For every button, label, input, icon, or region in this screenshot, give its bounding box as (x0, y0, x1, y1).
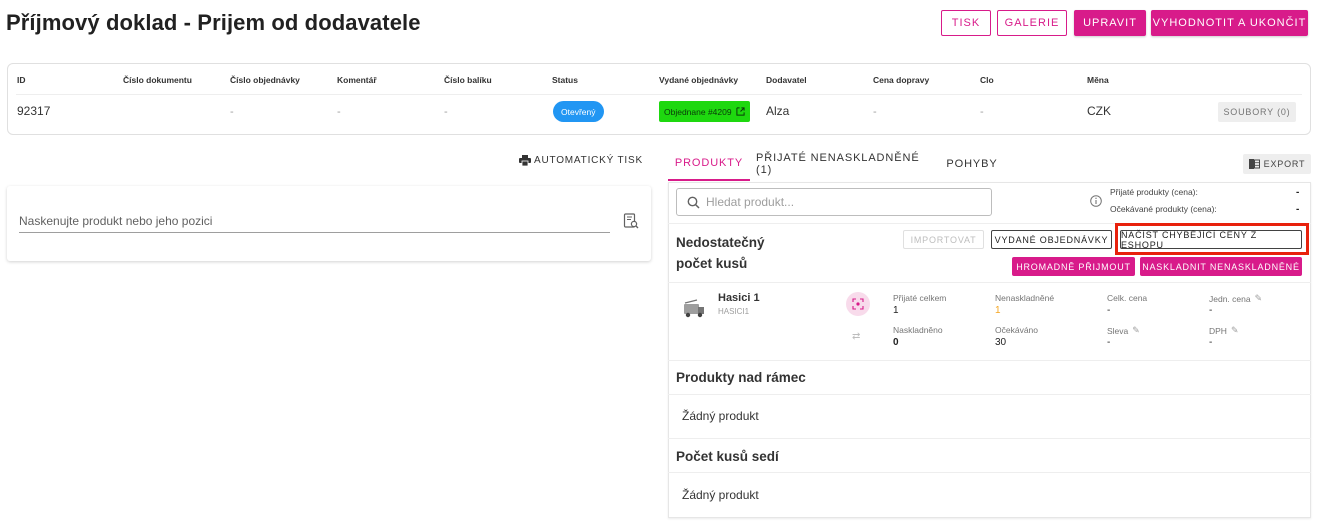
divider (668, 472, 1311, 473)
over-frame-title: Produkty nad rámec (676, 370, 806, 385)
export-label: EXPORT (1263, 159, 1306, 169)
received-total-value: 1 (893, 305, 899, 316)
scan-input[interactable]: Naskenujte produkt nebo jeho pozici (19, 214, 212, 228)
external-link-icon (735, 107, 745, 116)
scan-product-button[interactable] (846, 292, 870, 316)
barcode-search-icon[interactable] (623, 213, 639, 229)
id-header: ID (17, 75, 26, 85)
discount-label-wrap[interactable]: Sleva ✎ (1107, 325, 1140, 336)
product-code: HASICI1 (718, 307, 750, 316)
files-button[interactable]: SOUBORY (0) (1218, 102, 1296, 122)
bulk-receive-button[interactable]: HROMADNĚ PŘIJMOUT (1012, 257, 1135, 276)
duty-value: - (980, 106, 984, 118)
supplier-header: Dodavatel (766, 75, 807, 85)
import-button[interactable]: IMPORTOVAT (903, 230, 984, 249)
shipping-price-header: Cena dopravy (873, 75, 930, 85)
duty-header: Clo (980, 75, 994, 85)
product-thumbnail (684, 299, 704, 318)
scan-icon (852, 298, 864, 310)
edit-button[interactable]: UPRAVIT (1074, 10, 1146, 36)
spreadsheet-icon (1248, 159, 1260, 169)
issued-order-link[interactable]: Objednane #4209 (659, 101, 750, 122)
shipping-price-value: - (873, 106, 877, 118)
page-title: Příjmový doklad - Prijem od dodavatele (6, 10, 421, 35)
tab-products[interactable]: PRODUKTY (668, 147, 750, 181)
doc-number-header: Číslo dokumentu (123, 75, 192, 85)
pencil-icon[interactable]: ✎ (1231, 325, 1239, 336)
auto-print-label: AUTOMATICKÝ TISK (534, 155, 643, 166)
pencil-icon[interactable]: ✎ (1132, 325, 1140, 336)
discount-value: - (1107, 337, 1111, 348)
currency-value: CZK (1087, 104, 1111, 118)
received-price-label: Přijaté produkty (cena): (1110, 187, 1198, 197)
order-number-header: Číslo objednávky (230, 75, 300, 85)
divider (668, 394, 1311, 395)
unstocked-value: 1 (995, 305, 1001, 316)
total-price-label: Celk. cena (1107, 293, 1148, 303)
tab-movements[interactable]: POHYBY (942, 147, 1002, 181)
received-total-label: Přijaté celkem (893, 293, 947, 303)
comment-header: Komentář (337, 75, 377, 85)
issued-order-label: Objednane #4209 (664, 106, 732, 117)
issued-orders-header: Vydané objednávky (659, 75, 739, 85)
expected-label: Očekáváno (995, 325, 1038, 335)
product-name[interactable]: Hasici 1 (718, 292, 760, 304)
evaluate-and-finish-button[interactable]: VYHODNOTIT A UKONČIT (1151, 10, 1308, 36)
highlight-box (1115, 223, 1309, 255)
scan-card: Naskenujte produkt nebo jeho pozici (7, 186, 651, 261)
search-icon (687, 196, 700, 209)
stock-unstocked-button[interactable]: NASKLADNIT NENASKLADNĚNÉ (1140, 257, 1302, 276)
product-search-input[interactable]: Hledat produkt... (676, 188, 992, 216)
comment-value: - (337, 106, 341, 118)
vat-value: - (1209, 337, 1213, 348)
vat-label-wrap[interactable]: DPH ✎ (1209, 325, 1239, 336)
tab-received-unstocked[interactable]: PŘIJATÉ NENASKLADNĚNÉ (1) (756, 147, 926, 181)
insufficient-title-line2: počet kusů (676, 256, 748, 271)
scan-input-underline (19, 232, 610, 233)
id-value: 92317 (17, 104, 51, 118)
count-matches-empty: Žádný produkt (682, 488, 759, 502)
expected-price-label: Očekávané produkty (cena): (1110, 204, 1217, 214)
currency-header: Měna (1087, 75, 1109, 85)
gallery-button[interactable]: GALERIE (997, 10, 1067, 36)
export-button[interactable]: EXPORT (1243, 154, 1311, 174)
search-placeholder: Hledat produkt... (706, 195, 795, 209)
order-number-value: - (230, 106, 234, 118)
insufficient-title-line1: Nedostatečný (676, 235, 765, 250)
over-frame-empty: Žádný produkt (682, 409, 759, 423)
expected-price-value: - (1296, 204, 1300, 215)
status-header: Status (552, 75, 578, 85)
pencil-icon[interactable]: ✎ (1255, 293, 1263, 304)
printer-icon (519, 155, 531, 166)
issued-orders-button[interactable]: VYDANÉ OBJEDNÁVKY (991, 230, 1112, 249)
stocked-value: 0 (893, 337, 899, 348)
discount-label: Sleva (1107, 325, 1129, 336)
unit-price-label: Jedn. cena (1209, 293, 1251, 304)
swap-icon[interactable]: ⇄ (852, 331, 860, 342)
total-price-value: - (1107, 305, 1111, 316)
received-price-value: - (1296, 187, 1300, 198)
divider (668, 438, 1311, 439)
print-button[interactable]: TISK (941, 10, 991, 36)
stocked-label: Naskladněno (893, 325, 943, 335)
vat-label: DPH (1209, 325, 1227, 336)
unit-price-label-wrap[interactable]: Jedn. cena ✎ (1209, 293, 1262, 304)
package-number-header: Číslo balíku (444, 75, 492, 85)
status-badge: Otevřený (553, 101, 604, 122)
auto-print-button[interactable]: AUTOMATICKÝ TISK (519, 155, 643, 166)
info-icon[interactable] (1090, 195, 1102, 207)
document-info-card: ID Číslo dokumentu Číslo objednávky Kome… (7, 63, 1311, 135)
expected-value: 30 (995, 337, 1007, 348)
divider (668, 282, 1311, 283)
unit-price-value: - (1209, 305, 1213, 316)
count-matches-title: Počet kusů sedí (676, 449, 779, 464)
info-divider (16, 94, 1302, 95)
package-number-value: - (444, 106, 448, 118)
divider (668, 360, 1311, 361)
supplier-value: Alza (766, 104, 790, 118)
unstocked-label: Nenaskladněné (995, 293, 1055, 303)
